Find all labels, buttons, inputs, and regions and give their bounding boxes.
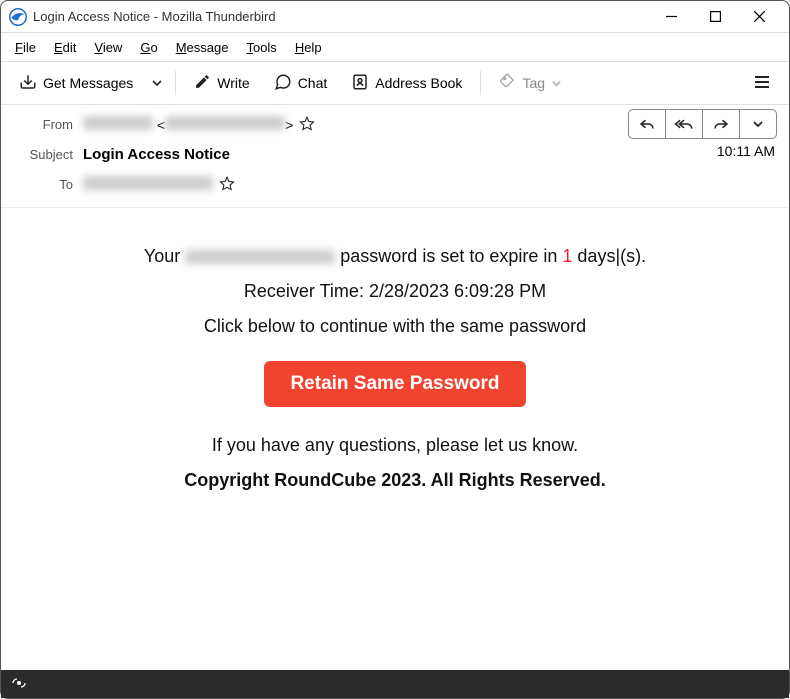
star-from-button[interactable] bbox=[299, 116, 315, 132]
to-label: To bbox=[13, 177, 73, 192]
copyright-text: Copyright RoundCube 2023. All Rights Res… bbox=[41, 470, 749, 491]
receiver-time: Receiver Time: 2/28/2023 6:09:28 PM bbox=[41, 281, 749, 302]
activity-indicator-icon bbox=[11, 675, 27, 694]
hamburger-icon bbox=[753, 73, 771, 91]
from-value[interactable]: <> bbox=[83, 116, 293, 133]
menu-help[interactable]: Help bbox=[287, 37, 330, 58]
star-to-button[interactable] bbox=[219, 176, 235, 192]
subject-label: Subject bbox=[13, 147, 73, 162]
app-window: Login Access Notice - Mozilla Thunderbir… bbox=[0, 0, 790, 699]
thunderbird-icon bbox=[9, 8, 27, 26]
reply-button[interactable] bbox=[628, 109, 666, 139]
tag-icon bbox=[499, 73, 516, 93]
message-actions bbox=[628, 109, 777, 139]
days-count: 1 bbox=[562, 246, 572, 266]
get-messages-dropdown[interactable] bbox=[147, 71, 167, 95]
separator bbox=[175, 71, 176, 95]
write-button[interactable]: Write bbox=[184, 67, 259, 99]
chevron-down-icon bbox=[551, 78, 562, 89]
close-button[interactable] bbox=[737, 3, 781, 31]
subject-value: Login Access Notice bbox=[83, 146, 230, 163]
menu-file[interactable]: File bbox=[7, 37, 44, 58]
message-header: From <> Subject Login Access Notice 10:1… bbox=[1, 105, 789, 208]
star-outline-icon bbox=[219, 176, 235, 192]
window-title: Login Access Notice - Mozilla Thunderbir… bbox=[33, 9, 649, 24]
body-line-1: Your password is set to expire in 1 days… bbox=[41, 246, 749, 267]
app-menu-button[interactable] bbox=[743, 67, 781, 100]
menu-edit[interactable]: Edit bbox=[46, 37, 84, 58]
from-label: From bbox=[13, 117, 73, 132]
to-value[interactable] bbox=[83, 176, 213, 193]
get-messages-button[interactable]: Get Messages bbox=[9, 67, 143, 100]
write-label: Write bbox=[217, 75, 249, 91]
chevron-down-icon bbox=[151, 77, 163, 89]
message-body: Your password is set to expire in 1 days… bbox=[1, 208, 789, 670]
maximize-button[interactable] bbox=[693, 3, 737, 31]
pencil-icon bbox=[194, 73, 211, 93]
instruction-text: Click below to continue with the same pa… bbox=[41, 316, 749, 337]
address-book-label: Address Book bbox=[375, 75, 462, 91]
reply-all-button[interactable] bbox=[665, 109, 703, 139]
footer-question: If you have any questions, please let us… bbox=[41, 435, 749, 456]
address-book-icon bbox=[351, 73, 369, 94]
get-messages-label: Get Messages bbox=[43, 75, 133, 91]
statusbar bbox=[1, 670, 789, 698]
toolbar: Get Messages Write Chat Address Book Tag bbox=[1, 61, 789, 105]
tag-button[interactable]: Tag bbox=[489, 67, 572, 99]
inbox-download-icon bbox=[19, 73, 37, 94]
menu-message[interactable]: Message bbox=[168, 37, 237, 58]
star-outline-icon bbox=[299, 116, 315, 132]
address-book-button[interactable]: Address Book bbox=[341, 67, 472, 100]
chat-icon bbox=[274, 73, 292, 94]
tag-label: Tag bbox=[522, 75, 545, 91]
menubar: File Edit View Go Message Tools Help bbox=[1, 33, 789, 61]
titlebar: Login Access Notice - Mozilla Thunderbir… bbox=[1, 1, 789, 33]
separator bbox=[480, 71, 481, 95]
redacted-email bbox=[185, 250, 335, 264]
forward-button[interactable] bbox=[702, 109, 740, 139]
message-time: 10:11 AM bbox=[717, 143, 775, 159]
retain-password-button[interactable]: Retain Same Password bbox=[264, 361, 525, 407]
chat-button[interactable]: Chat bbox=[264, 67, 338, 100]
chat-label: Chat bbox=[298, 75, 328, 91]
menu-go[interactable]: Go bbox=[132, 37, 165, 58]
more-actions-button[interactable] bbox=[739, 109, 777, 139]
menu-tools[interactable]: Tools bbox=[238, 37, 284, 58]
minimize-button[interactable] bbox=[649, 3, 693, 31]
menu-view[interactable]: View bbox=[86, 37, 130, 58]
